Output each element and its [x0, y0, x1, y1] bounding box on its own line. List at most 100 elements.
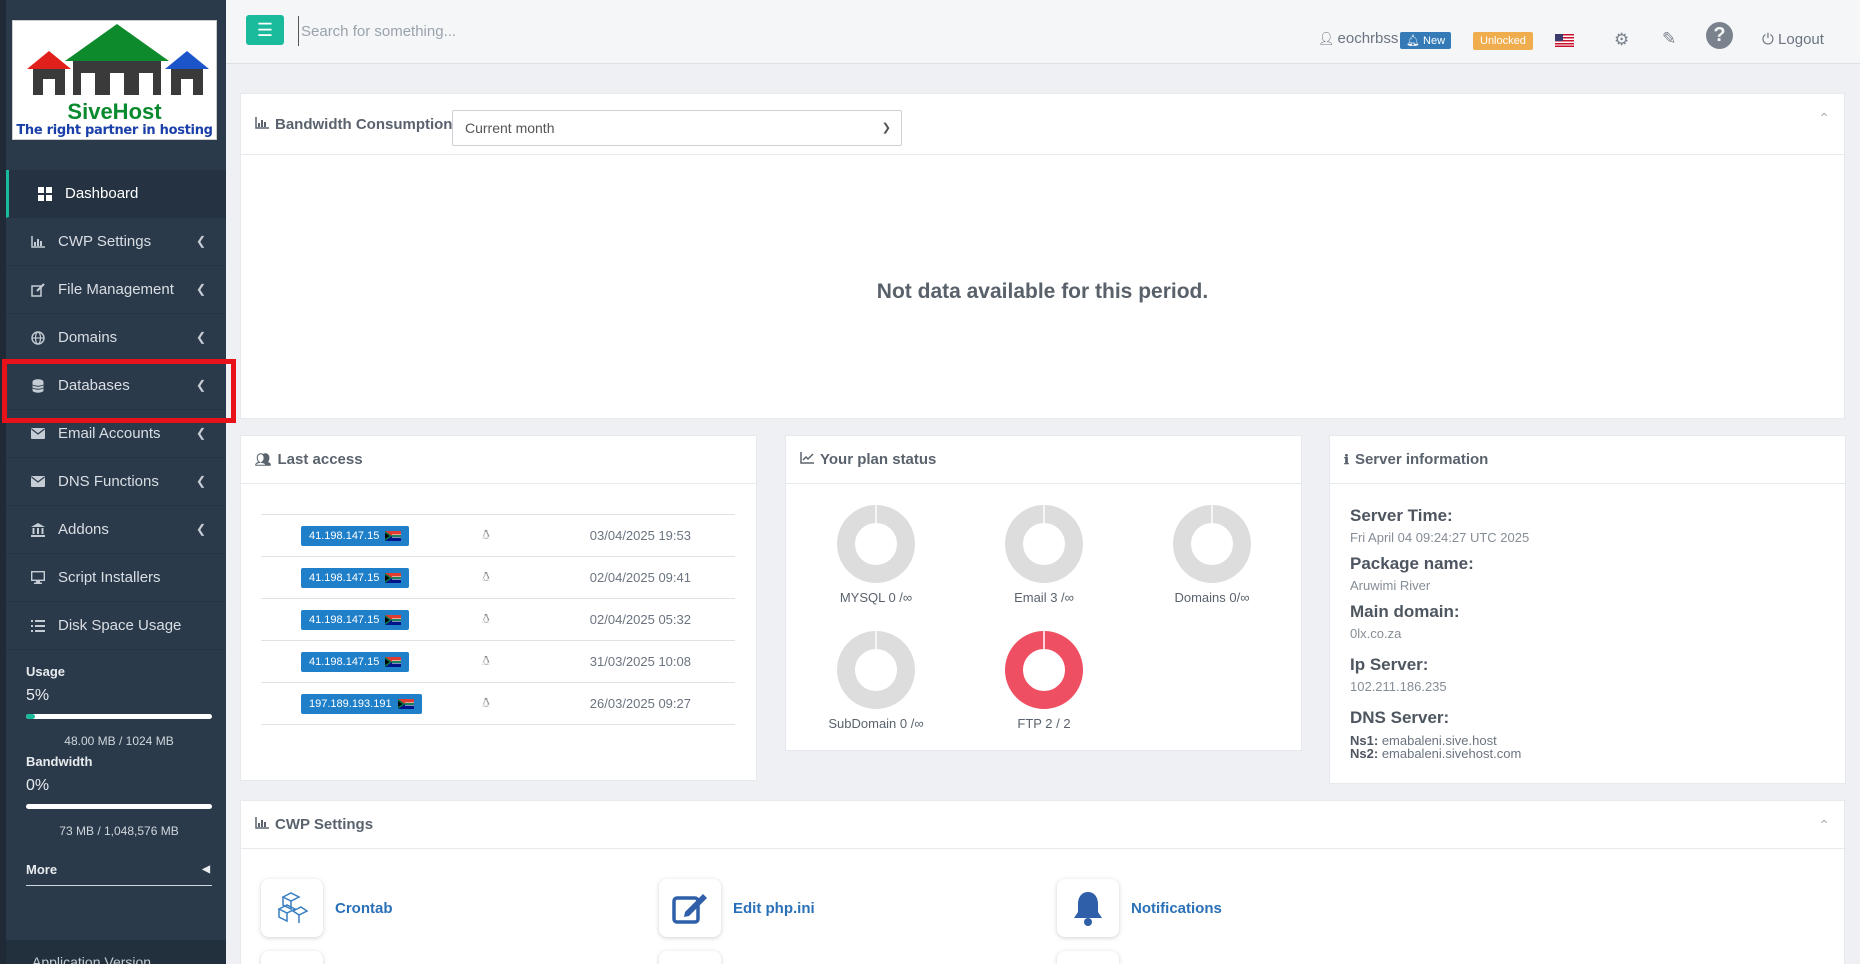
server-time-label: Server Time: — [1350, 506, 1453, 525]
south-africa-flag-icon — [385, 614, 402, 625]
donut-chart — [1005, 630, 1083, 709]
sidebar-item-label: Domains — [58, 329, 118, 346]
table-row: 197.189.193.191 🐧︎ 26/03/2025 09:27 — [261, 683, 735, 725]
sidebar-item-addons[interactable]: Addons ❮ — [6, 506, 226, 554]
chevron-left-icon: ❮ — [195, 234, 206, 248]
shortcut-row-2-item[interactable] — [261, 951, 323, 964]
bar-chart-icon — [255, 817, 269, 832]
sidebar-item-dns-functions[interactable]: DNS Functions ❮ — [6, 458, 226, 506]
panel-header: Your plan status — [786, 436, 1301, 484]
shortcut-row-2-item[interactable] — [659, 951, 721, 964]
sidebar-item-cwp-settings[interactable]: CWP Settings ❮ — [6, 218, 226, 266]
access-date: 02/04/2025 09:41 — [589, 570, 691, 585]
south-africa-flag-icon — [385, 530, 402, 541]
ns2-row: Ns2: emabaleni.sivehost.com — [1350, 746, 1521, 761]
shortcut-edit-php-ini[interactable]: Edit php.ini — [659, 879, 815, 937]
ip-badge: 41.198.147.15 — [301, 525, 410, 546]
sidebar-item-label: Email Accounts — [58, 425, 161, 442]
sidebar-item-databases[interactable]: Databases ❮ — [2, 359, 236, 423]
bandwidth-amount: 73 MB / 1,048,576 MB — [59, 824, 179, 838]
shortcut-tile — [1057, 951, 1119, 964]
brand-name: SiveHost — [67, 99, 162, 124]
server-time-value: Fri April 04 09:24:27 UTC 2025 — [1350, 530, 1530, 545]
user-menu[interactable]: 👤︎ eochrbss — [1318, 30, 1398, 47]
user-icon: 👤︎ — [1318, 31, 1335, 46]
logout-button[interactable]: ⏻︎ Logout — [1762, 31, 1824, 48]
south-africa-flag-icon — [385, 656, 402, 667]
chevron-down-icon: ❯ — [881, 122, 891, 134]
panel-title: Bandwidth Consumption — [275, 115, 453, 133]
search-input[interactable] — [298, 16, 718, 46]
sidebar-item-file-management[interactable]: File Management ❮ — [6, 266, 226, 314]
ip-badge: 41.198.147.15 — [301, 567, 410, 588]
period-select[interactable]: Current month ❯ — [452, 110, 902, 146]
plan-item-label: MYSQL 0 /∞ — [839, 590, 913, 605]
bell-icon: 🔔︎ — [1406, 35, 1420, 47]
sidebar-item-domains[interactable]: Domains ❮ — [6, 314, 226, 362]
last-access-table: 41.198.147.15 🐧︎ 03/04/2025 19:53 41.198.14… — [261, 514, 735, 725]
settings-gears-icon[interactable]: ⚙ — [1614, 30, 1629, 50]
sidebar-item-label: DNS Functions — [58, 473, 159, 490]
collapse-icon[interactable]: ⌃ — [1818, 817, 1830, 834]
chevron-left-icon: ❮ — [195, 378, 206, 392]
bell-icon — [1057, 879, 1119, 937]
sidebar-item-label: File Management — [58, 281, 174, 298]
sidebar-item-dashboard[interactable]: Dashboard — [6, 170, 226, 218]
ip-address: 197.189.193.191 — [309, 697, 392, 710]
username: eochrbss — [1337, 30, 1399, 47]
menu-toggle-button[interactable]: ☰ — [246, 15, 284, 45]
new-badge-label: New — [1423, 35, 1446, 47]
usage-progress-fill — [26, 714, 36, 719]
panel-header: CWP Settings — [241, 801, 1844, 849]
ip-badge: 197.189.193.191 — [301, 693, 422, 714]
unlocked-badge[interactable]: Unlocked — [1473, 32, 1533, 50]
period-selected-value: Current month — [465, 120, 555, 136]
donut-chart — [1173, 504, 1251, 583]
shortcut-crontab[interactable]: Crontab — [261, 879, 393, 937]
power-icon: ⏻︎ — [1762, 31, 1774, 48]
sidebar-item-disk-space-usage[interactable]: Disk Space Usage — [6, 602, 226, 650]
top-bar: ☰ 👤︎eochrbss 🔔︎ New Unlocked ⚙ ✎ ? ⏻︎ Lo… — [226, 0, 1860, 64]
table-row: 41.198.147.15 🐧︎ 02/04/2025 09:41 — [261, 557, 735, 599]
main-domain-value: 0lx.co.za — [1350, 626, 1402, 641]
application-version[interactable]: Application Version — [6, 940, 226, 964]
plan-item-label: Domains 0/∞ — [1174, 590, 1250, 605]
plan-status-panel: Your plan status MYSQL 0 /∞ Email 3 /∞ Dom… — [785, 435, 1302, 751]
sidebar-item-email-accounts[interactable]: Email Accounts ❮ — [6, 410, 226, 458]
linux-icon: 🐧︎ — [481, 527, 490, 542]
access-date: 26/03/2025 09:27 — [589, 696, 691, 711]
brush-icon[interactable]: ✎ — [1662, 29, 1676, 49]
south-africa-flag-icon — [385, 572, 402, 583]
bank-icon — [30, 522, 46, 538]
app-version-label: Application Version — [32, 954, 152, 964]
table-row: 41.198.147.15 🐧︎ 03/04/2025 19:53 — [261, 514, 735, 557]
dns-server-label: DNS Server: — [1350, 708, 1450, 727]
sidebar-item-label: CWP Settings — [58, 233, 152, 250]
shortcut-row-2-item[interactable] — [1057, 951, 1119, 964]
globe-icon — [30, 330, 46, 346]
panel-title: Your plan status — [820, 451, 937, 468]
logout-label: Logout — [1778, 31, 1824, 48]
linux-icon: 🐧︎ — [481, 695, 490, 710]
envelope-icon — [30, 426, 46, 442]
usage-percent: 5% — [26, 687, 50, 704]
usage-label: Usage — [26, 664, 66, 679]
help-icon[interactable]: ? — [1706, 22, 1733, 49]
users-icon: 👥︎ — [255, 451, 272, 467]
linux-icon: 🐧︎ — [481, 569, 490, 584]
shortcut-notifications[interactable]: Notifications — [1057, 879, 1222, 937]
us-flag-icon[interactable] — [1555, 34, 1574, 47]
collapse-icon[interactable]: ⌃ — [1818, 110, 1830, 127]
more-toggle[interactable]: More ◀ — [26, 862, 212, 886]
bandwidth-label: Bandwidth — [26, 754, 93, 769]
empty-state-message: Not data available for this period. — [876, 280, 1209, 303]
linux-icon: 🐧︎ — [481, 611, 490, 626]
sidebar-item-script-installers[interactable]: Script Installers — [6, 554, 226, 602]
table-row: 41.198.147.15 🐧︎ 31/03/2025 10:08 — [261, 641, 735, 683]
bandwidth-percent: 0% — [26, 777, 50, 794]
new-notifications-badge[interactable]: 🔔︎ New — [1400, 32, 1452, 49]
caret-left-icon: ◀ — [202, 864, 210, 875]
logo[interactable]: SiveHost The right partner in hosting — [12, 20, 217, 140]
chevron-left-icon: ❮ — [195, 282, 206, 296]
shortcut-label: Crontab — [335, 899, 393, 917]
